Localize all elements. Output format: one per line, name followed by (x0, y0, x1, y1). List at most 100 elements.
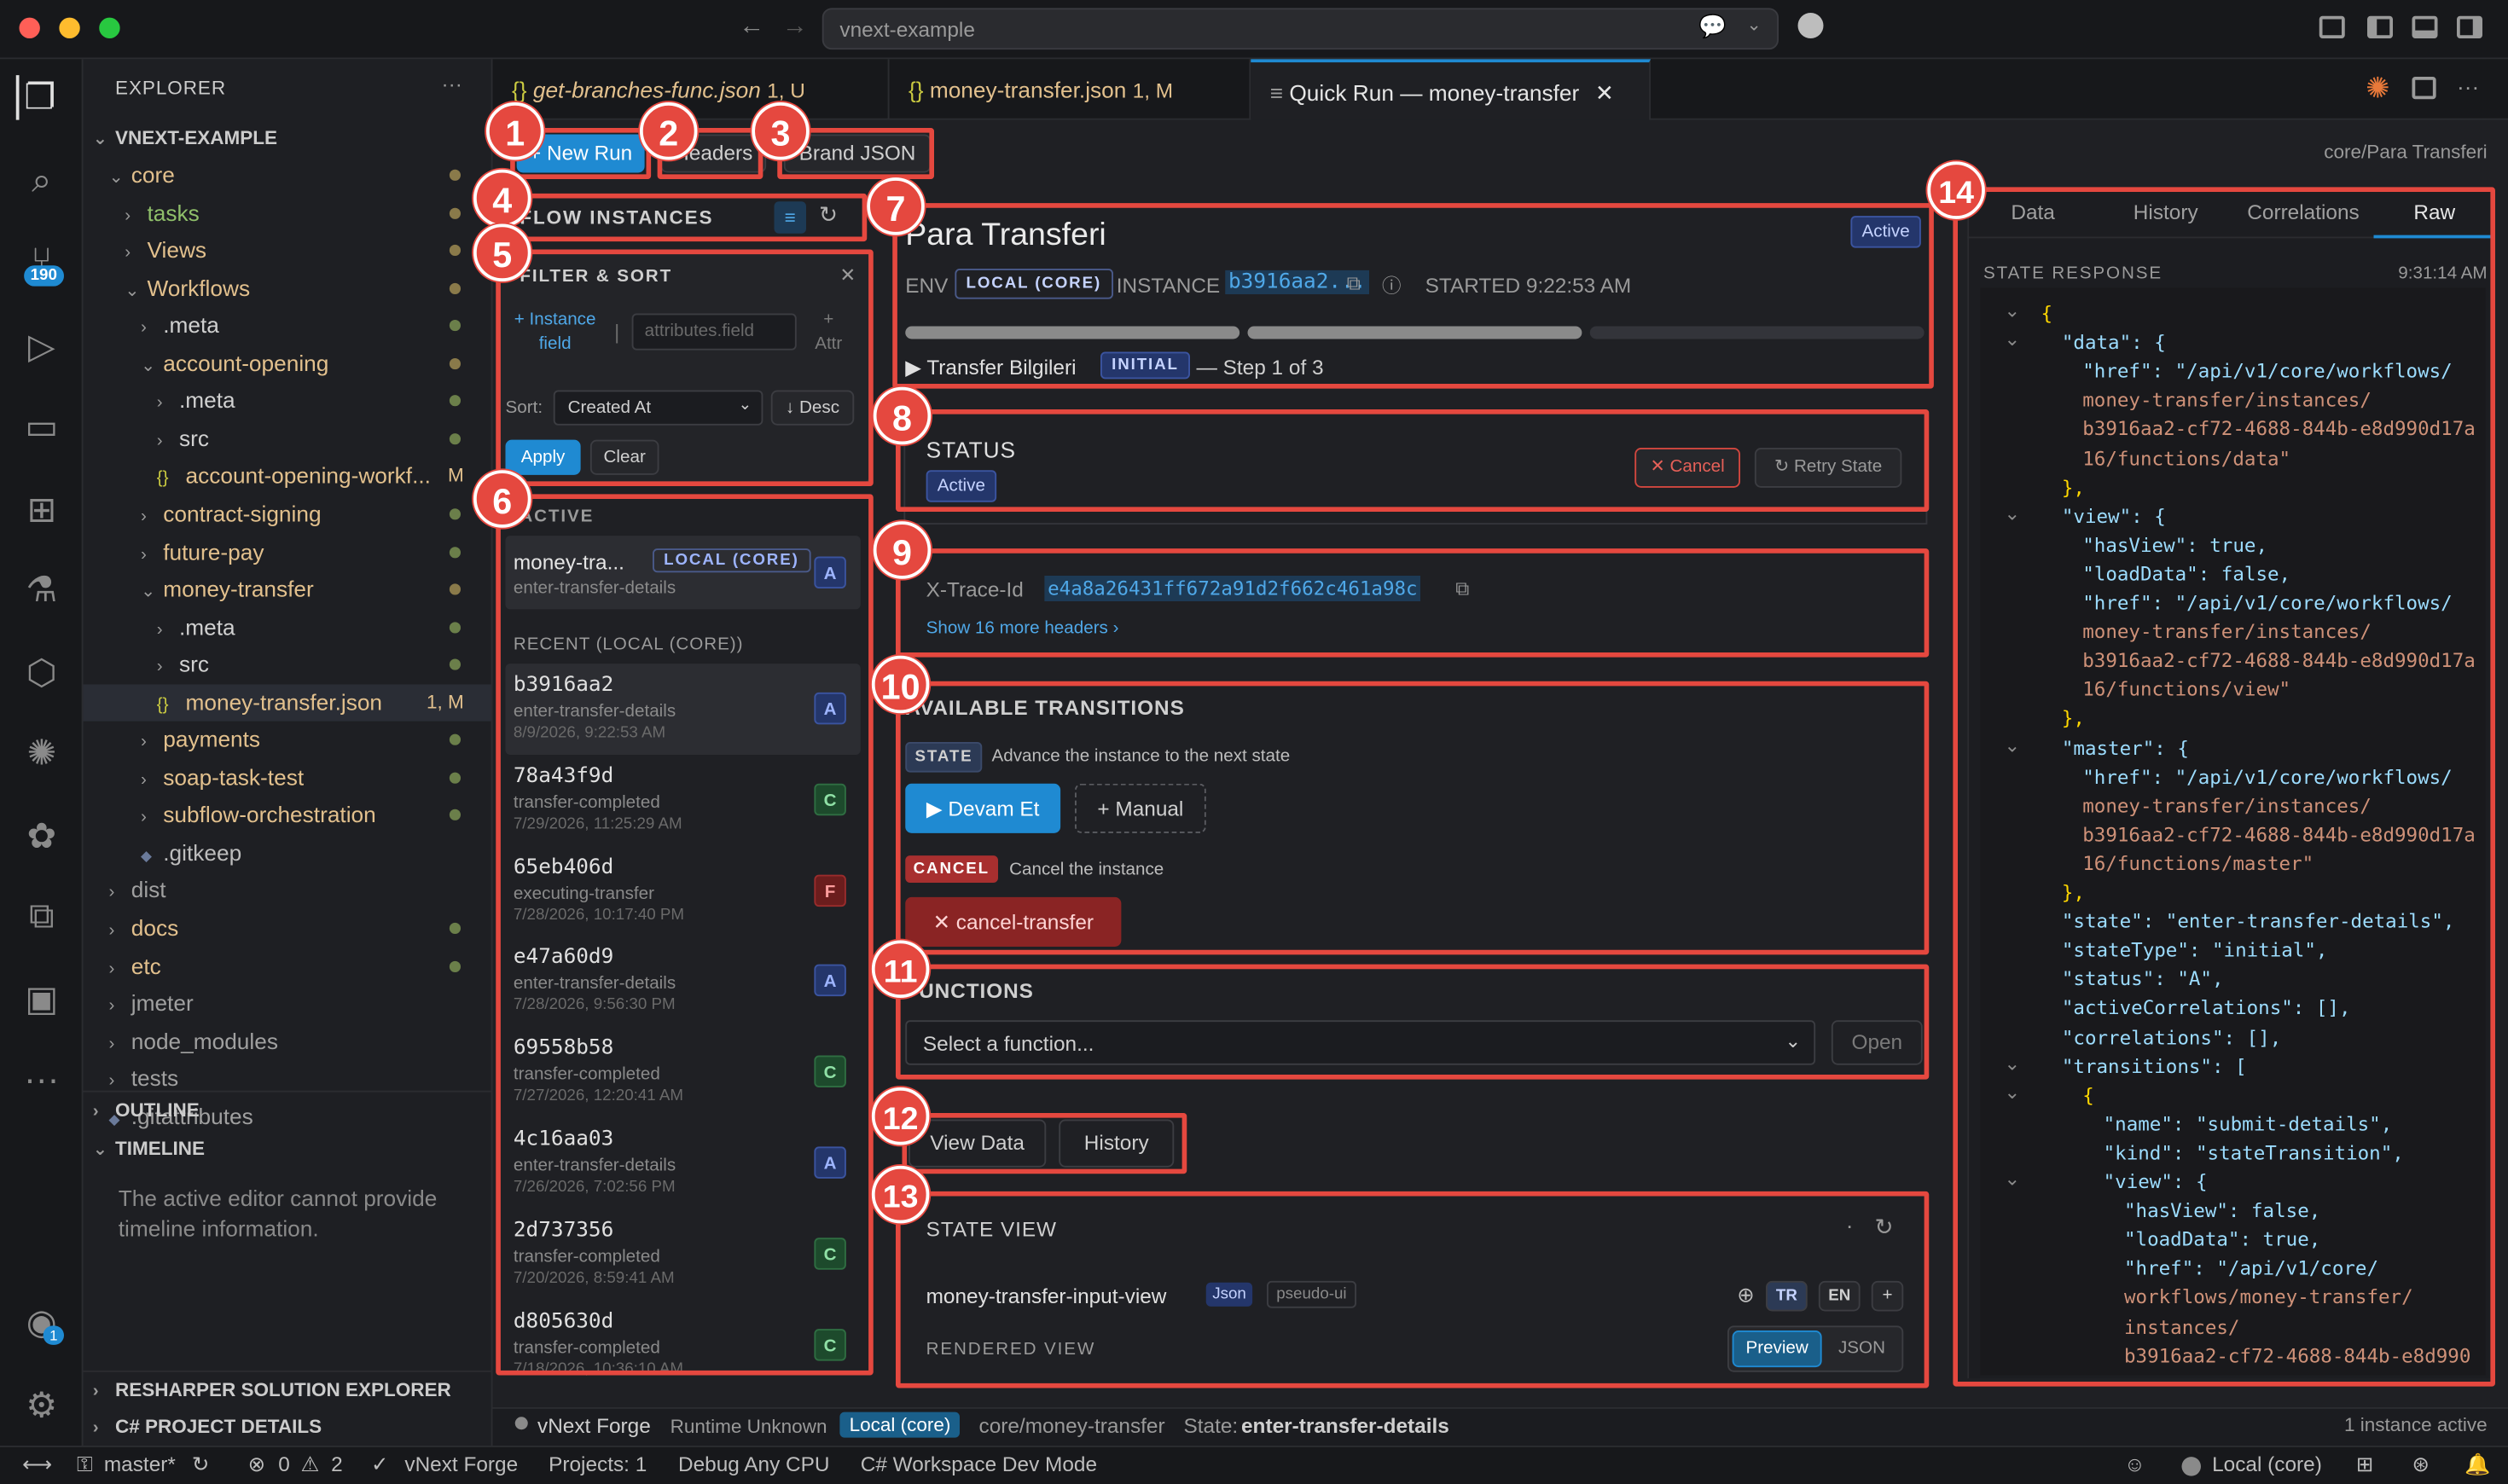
tree-item[interactable]: › etc (84, 948, 491, 984)
debug-config[interactable]: Debug Any CPU (678, 1452, 830, 1476)
show-more-headers-link[interactable]: Show 16 more headers › (926, 619, 1119, 639)
tree-item[interactable]: ⌄ account-opening (84, 345, 491, 382)
toggle-sidebar-icon[interactable] (2367, 15, 2393, 38)
cancel-transfer-button[interactable]: ✕ cancel-transfer (905, 896, 1122, 947)
tree-item[interactable]: {} account-opening-workf... M (84, 458, 491, 495)
tree-item[interactable]: › docs (84, 910, 491, 947)
cancel-instance-button[interactable]: ✕ Cancel (1634, 448, 1740, 488)
remote-explorer-icon[interactable]: ▭ (20, 404, 65, 449)
inspector-tab-history[interactable]: History (2099, 188, 2233, 239)
recent-instance-item[interactable]: 2d737356 transfer-completed 7/20/2026, 8:5… (506, 1209, 861, 1300)
warning-icon[interactable]: ⚠ (301, 1452, 320, 1478)
close-filter-icon[interactable]: ✕ (839, 264, 856, 286)
close-tab-icon[interactable]: ✕ (1595, 80, 1614, 106)
timeline-section[interactable]: ⌄ TIMELINE (84, 1131, 491, 1168)
manual-transition-button[interactable]: + Manual (1075, 783, 1206, 833)
add-instance-field-button[interactable]: + Instance field (508, 309, 601, 357)
workspace-mode[interactable]: C# Workspace Dev Mode (861, 1452, 1097, 1476)
inspector-tab-data[interactable]: Data (1967, 188, 2099, 239)
sync-icon[interactable]: ↻ (192, 1452, 209, 1478)
tree-item[interactable]: › .meta (84, 383, 491, 420)
tab-quick-run[interactable]: ≡ Quick Run — money-transfer ✕ (1251, 59, 1651, 122)
copilot-icon[interactable]: ☺ (2124, 1452, 2145, 1476)
copy-icon[interactable]: ⧉ (1347, 272, 1361, 296)
tree-item[interactable]: ◆ .gitkeep (84, 835, 491, 872)
layout-customize-icon[interactable] (2319, 15, 2345, 38)
tree-item[interactable]: › contract-signing (84, 496, 491, 532)
search-icon[interactable]: ⌕ (20, 159, 65, 204)
tree-item[interactable]: › dist (84, 872, 491, 909)
sort-direction-button[interactable]: ↓ Desc (770, 390, 855, 426)
open-function-button[interactable]: Open (1831, 1020, 1923, 1065)
tree-item[interactable]: ⌄ Workflows (84, 270, 491, 306)
recent-instance-item[interactable]: 78a43f9d transfer-completed 7/29/2026, 11:… (506, 755, 861, 846)
toggle-panel-icon[interactable] (2412, 15, 2438, 38)
recent-instance-item[interactable]: 65eb406d executing-transfer 7/28/2026, 10:… (506, 845, 861, 936)
tree-item[interactable]: › src (84, 420, 491, 457)
notifications-icon[interactable]: 🔔 (2464, 1452, 2490, 1478)
clear-filter-button[interactable]: Clear (589, 439, 659, 475)
refresh-icon[interactable]: ↻ (819, 201, 838, 229)
status-forge[interactable]: vNext Forge (404, 1452, 518, 1476)
recent-instance-item[interactable]: d805630d transfer-completed 7/18/2026, 10:… (506, 1300, 861, 1391)
toggle-secondary-sidebar-icon[interactable] (2457, 15, 2482, 38)
chevron-down-icon[interactable]: ⌄ (2004, 1081, 2020, 1103)
chevron-down-icon[interactable]: ⌄ (2004, 1052, 2020, 1074)
chevron-down-icon[interactable]: ⌄ (1747, 14, 1762, 36)
tab-money-transfer-json[interactable]: {} money-transfer.json 1, M (890, 59, 1251, 120)
apply-filter-button[interactable]: Apply (505, 439, 581, 475)
branch-name[interactable]: master* (104, 1452, 176, 1476)
recent-instance-item[interactable]: e47a60d9 enter-transfer-details 7/28/2026,… (506, 936, 861, 1028)
extensions-icon[interactable]: ⊞ (20, 488, 65, 533)
close-window-button[interactable] (19, 17, 40, 38)
tree-item[interactable]: › soap-task-test (84, 759, 491, 796)
tree-item[interactable]: › subflow-orchestration (84, 797, 491, 833)
minimize-window-button[interactable] (59, 17, 80, 38)
more-actions-icon[interactable]: ··· (2457, 73, 2479, 99)
tree-item[interactable]: ⌄ core (84, 157, 491, 194)
tree-item[interactable]: › .meta (84, 609, 491, 646)
tree-item[interactable]: ⌄ money-transfer (84, 571, 491, 607)
command-search-input[interactable]: vnext-example (821, 8, 1779, 50)
split-editor-icon[interactable] (2412, 77, 2436, 100)
chevron-down-icon[interactable]: ⌄ (2004, 299, 2020, 322)
recent-instance-item[interactable]: 69558b58 transfer-completed 7/27/2026, 12:… (506, 1027, 861, 1118)
cluster-icon[interactable]: ✿ (20, 814, 65, 859)
more-icon[interactable]: ··· (20, 1057, 65, 1102)
remote-icon[interactable]: ⟷ (22, 1452, 52, 1478)
chevron-down-icon[interactable]: ⌄ (2004, 328, 2020, 351)
status-local-env[interactable]: Local (core) (2212, 1452, 2322, 1476)
extension-icon[interactable] (1797, 13, 1824, 38)
chevron-down-icon[interactable]: ⌄ (2004, 1168, 2020, 1190)
refresh-view-icon[interactable]: ↻ (1875, 1214, 1894, 1241)
preview-mode-button[interactable]: Preview (1732, 1330, 1822, 1368)
lang-tr-button[interactable]: TR (1766, 1280, 1808, 1312)
chevron-down-icon[interactable]: ⌄ (2004, 501, 2020, 524)
error-count[interactable]: 0 (278, 1452, 290, 1476)
testing-icon[interactable]: ⚗ (20, 568, 65, 613)
recent-instance-item[interactable]: 4c16aa03 enter-transfer-details 7/26/2026,… (506, 1118, 861, 1209)
filter-icon[interactable]: ≡ (774, 201, 806, 234)
recent-instance-item[interactable]: b3916aa2 enter-transfer-details 8/9/2026, … (505, 664, 861, 755)
settings-gear-icon[interactable]: ⚙ (20, 1383, 65, 1429)
tree-item[interactable]: › tasks (84, 194, 491, 231)
tree-item[interactable]: {} money-transfer.json 1, M (83, 683, 491, 722)
forward-arrow-icon[interactable]: → (782, 13, 808, 42)
tree-item[interactable]: › payments (84, 722, 491, 758)
tree-item[interactable]: › .meta (84, 307, 491, 344)
active-instance-item[interactable]: money-tra... LOCAL (CORE) enter-transfer… (505, 536, 861, 610)
lang-en-button[interactable]: EN (1818, 1280, 1861, 1312)
inspector-tab-raw[interactable]: Raw (2373, 188, 2495, 239)
projects-count[interactable]: Projects: 1 (549, 1452, 647, 1476)
spark-icon[interactable]: ✺ (20, 731, 65, 776)
chevron-down-icon[interactable]: ⌄ (2004, 733, 2020, 756)
copilot-chat-icon[interactable]: 💬 (1698, 13, 1727, 40)
workflow-icon[interactable]: ▣ (20, 977, 65, 1023)
back-arrow-icon[interactable]: ← (739, 13, 764, 42)
tree-item[interactable]: › future-pay (84, 533, 491, 570)
add-lang-button[interactable]: + (1871, 1280, 1904, 1312)
tree-item[interactable]: › src (84, 646, 491, 683)
tree-item[interactable]: › node_modules (84, 1023, 491, 1059)
trace-id-value[interactable]: e4a8a26431ff672a91d2f662c461a98c (1044, 576, 1421, 601)
explorer-more-icon[interactable]: ··· (442, 72, 462, 96)
